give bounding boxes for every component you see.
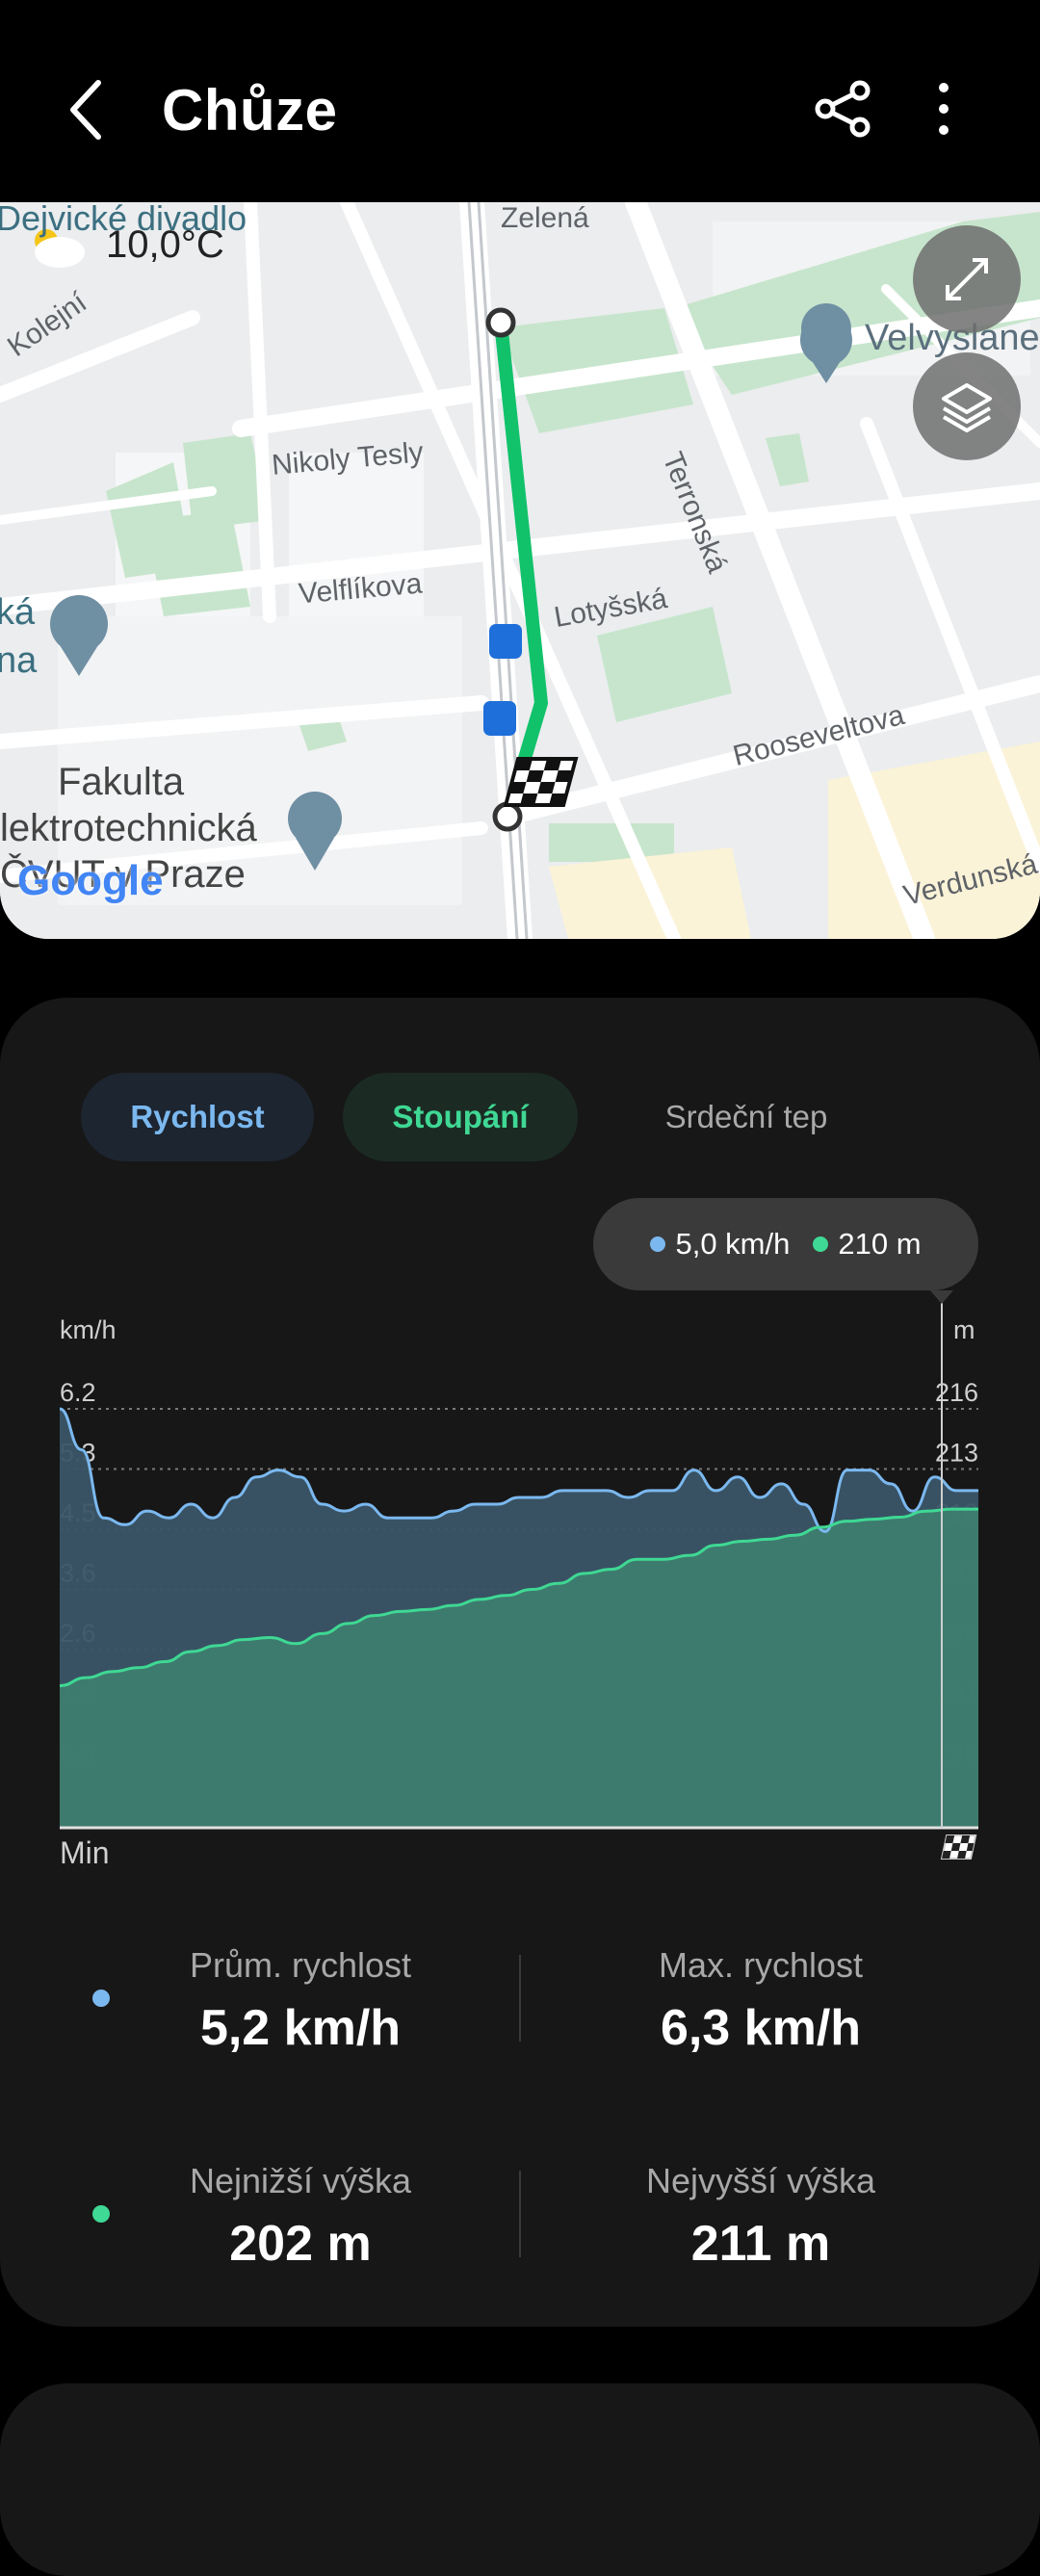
layers-icon: [942, 383, 992, 432]
finish-flag-icon: [940, 1834, 977, 1860]
divider: [519, 1955, 521, 2042]
tab-speed[interactable]: Rychlost: [81, 1073, 314, 1161]
min-altitude-label: Nejnižší výška: [189, 2161, 412, 2200]
x-axis-start-label: Min: [60, 1835, 110, 1870]
map-layers-button[interactable]: [913, 352, 1021, 460]
max-altitude-label: Nejvyšší výška: [645, 2161, 876, 2200]
elevation-dot: [813, 1236, 829, 1252]
tooltip-elevation: 210 m: [838, 1227, 922, 1261]
tab-heart-rate[interactable]: Srdeční tep: [616, 1073, 876, 1161]
weather-temperature: 10,0°C: [106, 223, 224, 266]
min-altitude-value: 202 m: [229, 2216, 372, 2272]
expand-map-button[interactable]: [913, 225, 1021, 333]
share-icon[interactable]: [814, 79, 873, 139]
max-altitude-value: 211 m: [690, 2216, 831, 2272]
divider: [519, 2171, 521, 2257]
avg-speed-label: Prům. rychlost: [189, 1945, 412, 1985]
max-speed-label: Max. rychlost: [658, 1945, 864, 1985]
tab-climb[interactable]: Stoupání: [343, 1073, 578, 1161]
google-logo: Google: [17, 857, 164, 904]
avg-speed-value: 5,2 km/h: [199, 2000, 402, 2056]
more-options-icon[interactable]: [920, 79, 968, 139]
expand-icon: [946, 258, 988, 300]
tooltip-pointer: [930, 1290, 953, 1304]
page-title: Chůze: [162, 78, 338, 143]
left-tick-label: 6.2: [60, 1378, 96, 1407]
map-label-zelena: Zelená: [501, 202, 589, 234]
speed-dot: [650, 1236, 666, 1252]
map-label-ka: ká: [0, 592, 36, 633]
route-map[interactable]: Dejvické divadlo 10,0°C Zelená Kolejní V…: [0, 202, 1040, 939]
app-bar: Chůze: [0, 0, 1040, 202]
tooltip-speed: 5,0 km/h: [675, 1227, 791, 1261]
map-label-fakulta: Fakulta: [58, 761, 185, 803]
map-label-na: na: [0, 640, 38, 681]
back-arrow-icon[interactable]: [58, 75, 116, 144]
next-card: [0, 2383, 1040, 2576]
speed-elevation-chart[interactable]: 6.22165.32134.52103.62072.62041.82010.91…: [0, 1281, 1040, 1859]
map-label-elektrotechnicka: lektrotechnická: [0, 807, 257, 849]
max-speed-value: 6,3 km/h: [660, 2000, 862, 2056]
chart-tooltip: 5,0 km/h 210 m: [593, 1198, 978, 1290]
